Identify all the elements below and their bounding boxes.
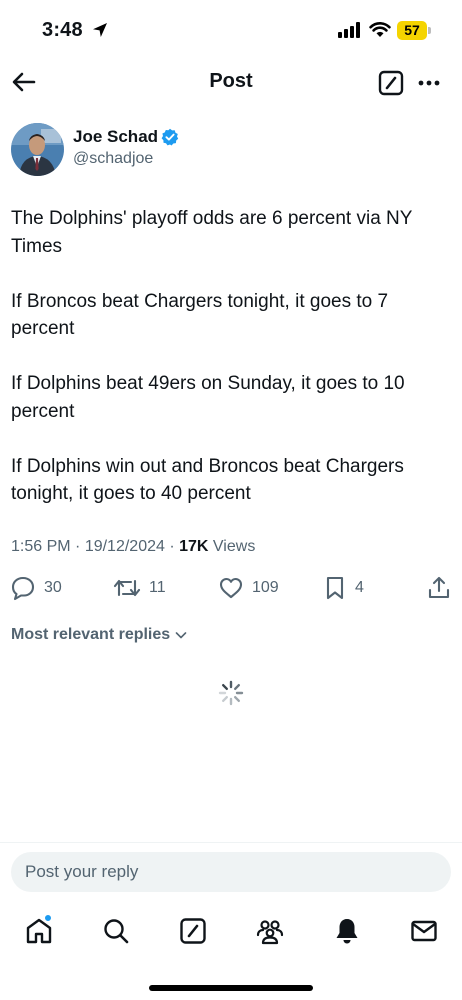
bookmark-count: 4 xyxy=(355,579,364,596)
share-button[interactable] xyxy=(426,574,452,602)
like-button[interactable]: 109 xyxy=(218,574,279,602)
grok-icon[interactable] xyxy=(378,70,404,96)
status-time: 3:48 xyxy=(42,19,83,41)
tweet-paragraph: If Dolphins win out and Broncos beat Cha… xyxy=(11,455,404,505)
replies-sort-label: Most relevant replies xyxy=(11,626,171,643)
tab-notifications[interactable] xyxy=(332,916,362,946)
views-count[interactable]: 17K xyxy=(179,538,208,555)
repost-count: 11 xyxy=(149,579,166,596)
replies-sort-dropdown[interactable]: Most relevant replies xyxy=(11,626,188,644)
reply-button[interactable]: 30 xyxy=(10,574,62,602)
location-arrow-icon xyxy=(93,23,107,37)
search-icon xyxy=(104,919,129,944)
heart-icon xyxy=(219,577,243,599)
reply-input[interactable]: Post your reply xyxy=(11,852,451,892)
verified-badge-icon xyxy=(161,128,179,146)
battery-icon: 57 xyxy=(397,21,431,40)
more-icon[interactable] xyxy=(416,70,442,96)
reply-icon xyxy=(11,576,35,601)
bookmark-icon xyxy=(326,576,344,600)
tab-messages[interactable] xyxy=(409,916,439,946)
tweet-paragraph: If Dolphins beat 49ers on Sunday, it goe… xyxy=(11,373,405,422)
divider xyxy=(0,842,462,843)
views-label: Views xyxy=(212,538,256,555)
tweet-meta: 1:56 PM · 19/12/2024 · 17K Views xyxy=(11,538,256,555)
tweet-time: 1:56 PM xyxy=(11,538,71,555)
bell-icon xyxy=(336,919,358,944)
reply-count: 30 xyxy=(44,579,62,596)
communities-icon xyxy=(256,920,284,945)
nav-header: Post xyxy=(0,62,462,102)
tweet-text: The Dolphins' playoff odds are 6 percent… xyxy=(11,205,451,508)
author-handle[interactable]: @schadjoe xyxy=(73,150,153,168)
action-bar: 30 11 109 4 xyxy=(0,574,462,604)
chevron-down-icon xyxy=(175,632,187,639)
like-count: 109 xyxy=(252,579,279,596)
tab-search[interactable] xyxy=(101,916,131,946)
status-bar: 3:48 57 xyxy=(0,0,462,62)
signal-icon xyxy=(338,22,362,38)
battery-level: 57 xyxy=(397,21,427,40)
tweet-paragraph: If Broncos beat Chargers tonight, it goe… xyxy=(11,290,389,340)
tab-home[interactable] xyxy=(24,914,54,946)
share-icon xyxy=(428,576,450,599)
avatar[interactable] xyxy=(11,123,64,176)
tab-grok[interactable] xyxy=(178,916,208,946)
bookmark-button[interactable]: 4 xyxy=(323,574,364,602)
author-name[interactable]: Joe Schad xyxy=(73,127,158,147)
repost-button[interactable]: 11 xyxy=(113,574,166,602)
mail-icon xyxy=(411,920,437,942)
home-indicator xyxy=(149,985,313,991)
repost-icon xyxy=(113,579,141,597)
notification-dot xyxy=(44,914,52,922)
tab-communities[interactable] xyxy=(255,916,285,946)
loading-spinner-icon xyxy=(218,680,244,706)
tweet-date: 19/12/2024 xyxy=(84,538,165,555)
wifi-icon xyxy=(369,22,391,37)
grok-icon xyxy=(180,918,206,944)
tweet-paragraph: The Dolphins' playoff odds are 6 percent… xyxy=(11,208,413,257)
bottom-tab-bar xyxy=(0,910,462,954)
